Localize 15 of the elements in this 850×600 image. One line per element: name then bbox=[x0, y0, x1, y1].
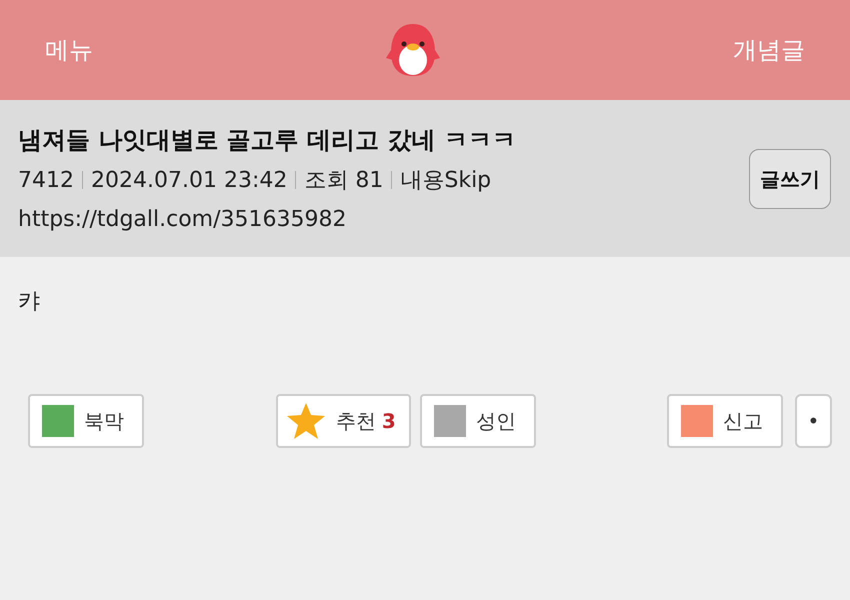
post-body-text: 캬 bbox=[17, 288, 41, 316]
more-button[interactable]: • bbox=[794, 394, 832, 448]
meta-item: 조회 81 bbox=[304, 166, 384, 194]
meta-item: 7412 bbox=[18, 166, 74, 194]
action-button[interactable]: 신고 bbox=[666, 394, 783, 448]
star-icon bbox=[286, 402, 326, 440]
action-button[interactable]: 성인 bbox=[420, 394, 536, 448]
action-button[interactable]: 북막 bbox=[28, 394, 144, 448]
penguin-logo-icon[interactable] bbox=[385, 22, 441, 78]
recommend-button[interactable]: 추천 3 bbox=[276, 394, 412, 448]
post-title: 냄져들 나잇대별로 골고루 데리고 갔네 ㅋㅋㅋ bbox=[18, 124, 516, 156]
meta-item: 내용Skip bbox=[400, 166, 492, 194]
write-button[interactable]: 글쓰기 bbox=[749, 148, 831, 208]
meta-item: 2024.07.01 23:42 bbox=[91, 166, 288, 194]
post-url: https://tdgall.com/351635982 bbox=[18, 206, 348, 234]
